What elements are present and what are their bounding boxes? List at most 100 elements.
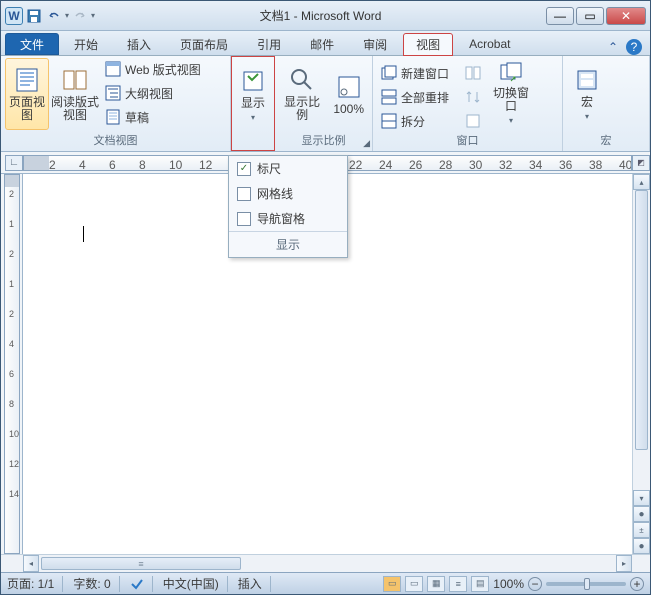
- print-layout-view-icon[interactable]: ▭: [383, 576, 401, 592]
- gridlines-checkbox-label: 网格线: [257, 185, 293, 202]
- zoom-slider-thumb[interactable]: [584, 578, 590, 590]
- tab-references[interactable]: 引用: [244, 32, 294, 55]
- web-layout-button[interactable]: Web 版式视图: [101, 58, 205, 80]
- tab-acrobat[interactable]: Acrobat: [456, 32, 523, 55]
- macros-label: 宏▾: [581, 96, 593, 123]
- page-view-button[interactable]: 页面视图: [5, 58, 49, 130]
- word-app-icon[interactable]: W: [5, 7, 23, 25]
- draft-button[interactable]: 草稿: [101, 106, 205, 128]
- title-bar: W ▾ ▾ 文档1 - Microsoft Word — ▭ ✕: [1, 1, 650, 31]
- switch-window-button[interactable]: 切换窗口▾: [489, 58, 533, 130]
- hundred-label: 100%: [333, 103, 364, 116]
- reading-view-button[interactable]: 阅读版式 视图: [53, 58, 97, 130]
- zoom-in-button[interactable]: +: [630, 577, 644, 591]
- scroll-down-icon[interactable]: ▾: [633, 490, 650, 506]
- minimize-button[interactable]: —: [546, 7, 574, 25]
- tab-pagelayout[interactable]: 页面布局: [167, 32, 241, 55]
- zoom-button[interactable]: 显示比例: [279, 58, 325, 130]
- zoom-slider[interactable]: [546, 582, 626, 586]
- vertical-scrollbar[interactable]: ▴ ▾ ● ± ●: [632, 174, 650, 554]
- tab-home[interactable]: 开始: [61, 32, 111, 55]
- minimize-ribbon-icon[interactable]: ⌃: [608, 40, 618, 54]
- draft-view-icon[interactable]: ▤: [471, 576, 489, 592]
- split-label: 拆分: [401, 113, 425, 130]
- switch-window-icon: [497, 61, 525, 85]
- reading-view-icon: [61, 66, 89, 94]
- draft-label: 草稿: [125, 109, 149, 126]
- redo-icon[interactable]: [71, 7, 89, 25]
- next-page-icon[interactable]: ●: [633, 538, 650, 554]
- vertical-ruler[interactable]: 21212468101214: [1, 174, 23, 554]
- window-title: 文档1 - Microsoft Word: [95, 7, 546, 24]
- arrange-all-button[interactable]: 全部重排: [377, 86, 453, 108]
- hscroll-thumb[interactable]: ≡: [41, 557, 241, 570]
- file-tab[interactable]: 文件: [5, 33, 59, 55]
- macros-icon: [573, 66, 601, 94]
- status-words[interactable]: 字数: 0: [73, 576, 119, 592]
- prev-page-icon[interactable]: ●: [633, 506, 650, 522]
- switch-window-label: 切换窗口▾: [492, 87, 530, 127]
- navpane-checkbox-item[interactable]: 导航窗格: [229, 206, 347, 231]
- ruler-checkbox-item[interactable]: ✓ 标尺: [229, 156, 347, 181]
- ribbon-tab-row: 文件 开始 插入 页面布局 引用 邮件 审阅 视图 Acrobat ⌃ ?: [1, 31, 650, 56]
- reset-window-button[interactable]: [461, 110, 485, 132]
- split-button[interactable]: 拆分: [377, 110, 453, 132]
- scroll-right-icon[interactable]: ▸: [616, 555, 632, 572]
- group-macros: 宏▾ 宏: [563, 56, 650, 151]
- sync-scroll-icon: [465, 89, 481, 105]
- maximize-button[interactable]: ▭: [576, 7, 604, 25]
- vscroll-thumb[interactable]: [635, 190, 648, 450]
- status-insert-mode[interactable]: 插入: [238, 576, 271, 592]
- magnifier-icon: [288, 66, 316, 94]
- outline-view-icon2[interactable]: ≡: [449, 576, 467, 592]
- browse-object-icon[interactable]: ±: [633, 522, 650, 538]
- navpane-checkbox[interactable]: [237, 212, 251, 226]
- gridlines-checkbox[interactable]: [237, 187, 251, 201]
- web-layout-icon: [105, 61, 121, 77]
- ruler-checkbox[interactable]: ✓: [237, 162, 251, 176]
- save-icon[interactable]: [25, 7, 43, 25]
- tab-selector[interactable]: ∟: [5, 155, 23, 171]
- outline-button[interactable]: 大纲视图: [101, 82, 205, 104]
- macros-button[interactable]: 宏▾: [567, 58, 607, 130]
- web-layout-label: Web 版式视图: [125, 61, 201, 78]
- reading-view-label: 阅读版式 视图: [51, 96, 99, 122]
- sync-scroll-button[interactable]: [461, 86, 485, 108]
- status-page[interactable]: 页面: 1/1: [7, 576, 63, 592]
- window-controls: — ▭ ✕: [546, 7, 646, 25]
- split-icon: [381, 113, 397, 129]
- tab-view[interactable]: 视图: [403, 33, 453, 56]
- horizontal-scrollbar[interactable]: ◂ ≡ ▸: [1, 554, 650, 572]
- arrange-icon: [381, 89, 397, 105]
- outline-label: 大纲视图: [125, 85, 173, 102]
- show-dropdown-button[interactable]: 显示▾: [236, 59, 270, 131]
- view-side-button[interactable]: [461, 62, 485, 84]
- web-view-icon[interactable]: ▦: [427, 576, 445, 592]
- scroll-left-icon[interactable]: ◂: [23, 555, 39, 572]
- zoom-label: 显示比例: [282, 96, 322, 122]
- zoom-level[interactable]: 100%: [493, 577, 524, 591]
- undo-dropdown-icon[interactable]: ▾: [65, 11, 69, 20]
- ruler-toggle-icon[interactable]: ◩: [632, 155, 650, 171]
- tab-insert[interactable]: 插入: [114, 32, 164, 55]
- scroll-up-icon[interactable]: ▴: [633, 174, 650, 190]
- close-button[interactable]: ✕: [606, 7, 646, 25]
- undo-icon[interactable]: [45, 7, 63, 25]
- navpane-checkbox-label: 导航窗格: [257, 210, 305, 227]
- help-icon[interactable]: ?: [626, 39, 642, 55]
- status-proofing[interactable]: [130, 576, 153, 592]
- zoom-out-button[interactable]: −: [528, 577, 542, 591]
- show-icon: [239, 67, 267, 95]
- hundred-percent-button[interactable]: 100%: [329, 58, 368, 130]
- zoom-launcher-icon[interactable]: ◢: [363, 138, 370, 149]
- ribbon: 页面视图 阅读版式 视图 Web 版式视图 大纲视图 草稿 文档视图 显示▾: [1, 56, 650, 152]
- show-label: 显示▾: [241, 97, 265, 124]
- new-window-button[interactable]: 新建窗口: [377, 62, 453, 84]
- tab-mailings[interactable]: 邮件: [297, 32, 347, 55]
- gridlines-checkbox-item[interactable]: 网格线: [229, 181, 347, 206]
- fullscreen-view-icon[interactable]: ▭: [405, 576, 423, 592]
- tab-review[interactable]: 审阅: [350, 32, 400, 55]
- ruler-checkbox-label: 标尺: [257, 160, 281, 177]
- status-language[interactable]: 中文(中国): [163, 576, 228, 592]
- reset-window-icon: [465, 113, 481, 129]
